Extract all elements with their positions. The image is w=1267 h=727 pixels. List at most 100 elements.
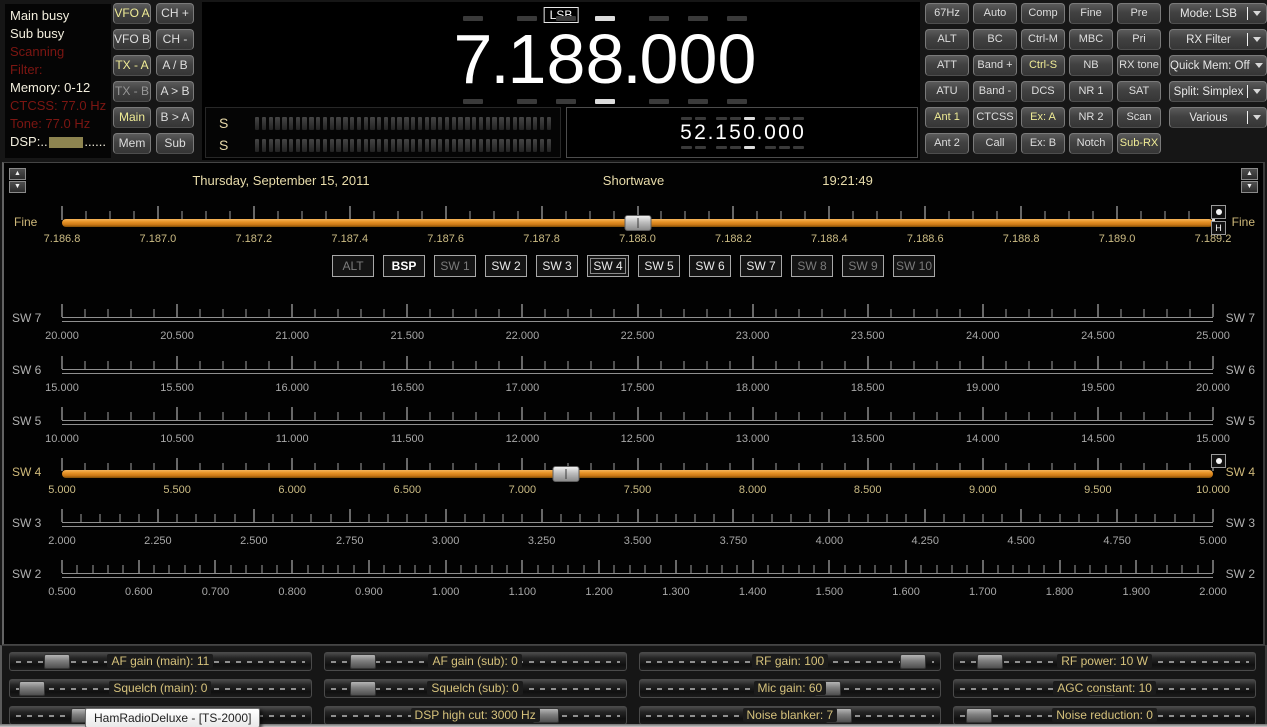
ctrl-s-button[interactable]: Ctrl-S [1021, 55, 1065, 76]
nr-2-button[interactable]: NR 2 [1069, 107, 1113, 128]
digit-step-up[interactable] [716, 117, 727, 120]
nb-button[interactable]: NB [1069, 55, 1113, 76]
pre-button[interactable]: Pre [1117, 3, 1161, 24]
mic-gain-slider[interactable]: Mic gain: 60 [639, 679, 942, 698]
scan-button[interactable]: Scan [1117, 107, 1161, 128]
band-button[interactable]: Band + [973, 55, 1017, 76]
sw-6-band-button[interactable]: SW 6 [689, 255, 731, 277]
digit-step-up[interactable] [730, 117, 741, 120]
digit-step-down[interactable] [779, 146, 790, 149]
ant-1-button[interactable]: Ant 1 [925, 107, 969, 128]
sw-10-band-button[interactable]: SW 10 [893, 255, 935, 277]
sat-button[interactable]: SAT [1117, 81, 1161, 102]
spin-down-button[interactable]: ▼ [1241, 181, 1258, 193]
digit-step-down[interactable] [716, 146, 727, 149]
67hz-button[interactable]: 67Hz [925, 3, 969, 24]
sw-2-band-button[interactable]: SW 2 [485, 255, 527, 277]
ant-2-button[interactable]: Ant 2 [925, 133, 969, 154]
digit-step-up[interactable] [765, 117, 776, 120]
ch-button[interactable]: CH - [156, 29, 194, 50]
noise-reduction-slider[interactable]: Noise reduction: 0 [953, 706, 1256, 725]
slider-track[interactable] [62, 522, 1213, 527]
agc-constant-slider[interactable]: AGC constant: 10 [953, 679, 1256, 698]
bsp-band-button[interactable]: BSP [383, 255, 425, 277]
frequency-digit[interactable]: 8 [586, 16, 625, 104]
auto-button[interactable]: Auto [973, 3, 1017, 24]
digit-step-down[interactable] [744, 146, 755, 149]
digit-step-down[interactable] [556, 99, 576, 104]
digit-step-down[interactable] [463, 99, 483, 104]
af-gain-sub-slider[interactable]: AF gain (sub): 0 [324, 652, 627, 671]
sw-5-scale[interactable]: 10.00010.50011.00011.50012.00012.50013.0… [62, 399, 1213, 450]
frequency-digit[interactable]: 5 [679, 117, 693, 149]
sub-rx-button[interactable]: Sub-RX [1117, 133, 1161, 154]
frequency-digit[interactable]: 0 [763, 117, 777, 149]
mbc-button[interactable]: MBC [1069, 29, 1113, 50]
slider-track[interactable] [62, 470, 1213, 478]
ctcss-button[interactable]: CTCSS [973, 107, 1017, 128]
slider-thumb[interactable] [552, 466, 579, 482]
frequency-digit[interactable]: 0 [640, 16, 679, 104]
digit-step-down[interactable] [681, 146, 692, 149]
mode-lsb-dropdown[interactable]: Mode: LSB [1169, 3, 1267, 24]
frequency-digit[interactable]: 7 [454, 16, 493, 104]
digit-step-down[interactable] [517, 99, 537, 104]
digit-step-down[interactable] [695, 146, 706, 149]
spin-up-button[interactable]: ▲ [9, 168, 26, 180]
digit-step-down[interactable] [793, 146, 804, 149]
digit-step-up[interactable] [793, 117, 804, 120]
digit-step-up[interactable] [695, 117, 706, 120]
a-b-button[interactable]: A > B [156, 81, 194, 102]
frequency-digit[interactable]: 0 [679, 16, 718, 104]
frequency-digit[interactable]: 1 [714, 117, 728, 149]
digit-step-down[interactable] [595, 99, 615, 104]
slider-thumb[interactable] [624, 215, 651, 231]
pri-button[interactable]: Pri [1117, 29, 1161, 50]
slider-track[interactable] [62, 317, 1213, 322]
slider-track[interactable] [62, 369, 1213, 374]
squelch-main-slider[interactable]: Squelch (main): 0 [9, 679, 312, 698]
fine-button[interactable]: Fine [1069, 3, 1113, 24]
tx-b-button[interactable]: TX - B [113, 81, 151, 102]
frequency-digit[interactable]: 0 [791, 117, 805, 149]
sw-3-scale[interactable]: 2.0002.2502.5002.7503.0003.2503.5003.750… [62, 501, 1213, 552]
digit-step-down[interactable] [688, 99, 708, 104]
frequency-digit[interactable]: 0 [718, 16, 757, 104]
digit-step-up[interactable] [779, 117, 790, 120]
hold-button[interactable]: H [1211, 221, 1226, 235]
sw-2-scale[interactable]: 0.5000.6000.7000.8000.9001.0001.1001.200… [62, 552, 1213, 603]
sw-9-band-button[interactable]: SW 9 [842, 255, 884, 277]
frequency-digit[interactable]: 1 [508, 16, 547, 104]
digit-step-down[interactable] [765, 146, 776, 149]
alt-band-button[interactable]: ALT [332, 255, 374, 277]
frequency-digit[interactable]: 0 [777, 117, 791, 149]
digit-step-down[interactable] [730, 146, 741, 149]
dcs-button[interactable]: DCS [1021, 81, 1065, 102]
comp-button[interactable]: Comp [1021, 3, 1065, 24]
split-simplex-dropdown[interactable]: Split: Simplex [1169, 81, 1267, 102]
noise-blanker-slider[interactable]: Noise blanker: 7 [639, 706, 942, 725]
digit-step-up[interactable] [744, 117, 755, 120]
call-button[interactable]: Call [973, 133, 1017, 154]
vfo-a-button[interactable]: VFO A [113, 3, 151, 24]
ch-button[interactable]: CH + [156, 3, 194, 24]
bc-button[interactable]: BC [973, 29, 1017, 50]
mem-button[interactable]: Mem [113, 133, 151, 154]
rf-power-slider[interactable]: RF power: 10 W [953, 652, 1256, 671]
sub-frequency-digits[interactable]: 52.150.000 [679, 117, 805, 149]
spin-down-button[interactable]: ▼ [9, 181, 26, 193]
sw-4-band-button[interactable]: SW 4 [587, 255, 629, 277]
various-dropdown[interactable]: Various [1169, 107, 1267, 128]
atu-button[interactable]: ATU [925, 81, 969, 102]
frequency-digit[interactable]: 5 [728, 117, 742, 149]
sw-8-band-button[interactable]: SW 8 [791, 255, 833, 277]
slider-track[interactable] [62, 573, 1213, 578]
sw-5-band-button[interactable]: SW 5 [638, 255, 680, 277]
main-button[interactable]: Main [113, 107, 151, 128]
b-a-button[interactable]: B > A [156, 107, 194, 128]
band-button[interactable]: Band - [973, 81, 1017, 102]
tx-a-button[interactable]: TX - A [113, 55, 151, 76]
sw-3-band-button[interactable]: SW 3 [536, 255, 578, 277]
nr-1-button[interactable]: NR 1 [1069, 81, 1113, 102]
sw-7-scale[interactable]: 20.00020.50021.00021.50022.00022.50023.0… [62, 296, 1213, 347]
